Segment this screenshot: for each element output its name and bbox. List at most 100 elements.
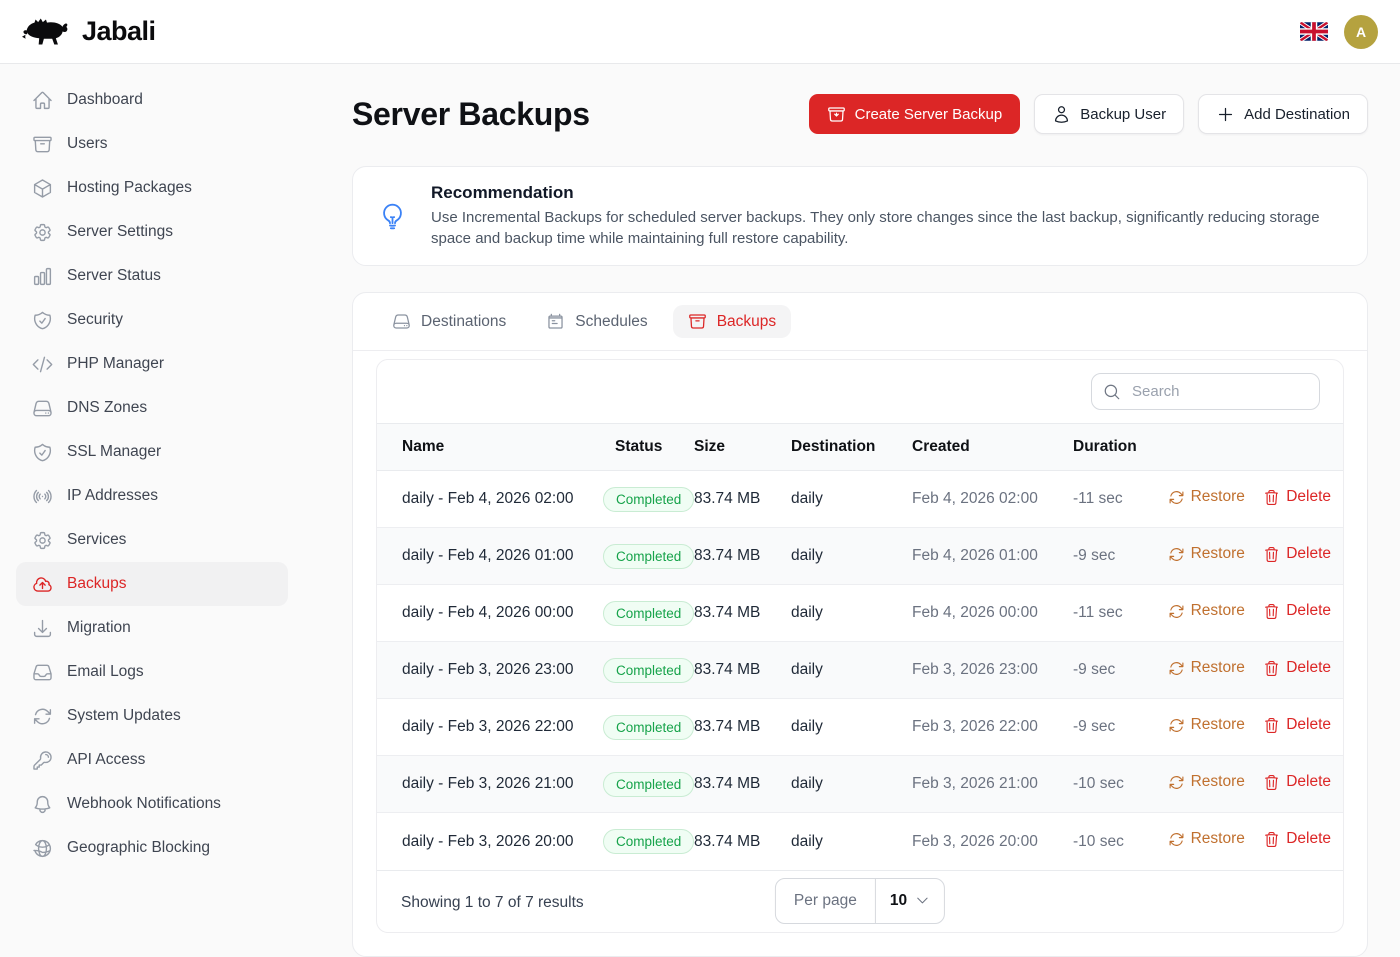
restore-button[interactable]: Restore [1168, 659, 1245, 677]
delete-button[interactable]: Delete [1263, 830, 1331, 848]
main-content: Server Backups Create Server Backup Back… [304, 64, 1400, 900]
archive-box-icon [688, 312, 707, 331]
sidebar-item-webhook-notifications[interactable]: Webhook Notifications [16, 782, 288, 826]
search-input[interactable] [1091, 373, 1320, 410]
tab-label: Schedules [575, 313, 647, 331]
sidebar-item-ip-addresses[interactable]: IP Addresses [16, 474, 288, 518]
trash-icon [1263, 546, 1280, 563]
sidebar-item-dns-zones[interactable]: DNS Zones [16, 386, 288, 430]
backup-user-button[interactable]: Backup User [1034, 94, 1184, 134]
restore-button[interactable]: Restore [1168, 545, 1245, 563]
backup-size: 83.74 MB [694, 528, 791, 585]
column-header-destination: Destination [791, 424, 912, 471]
backup-created: Feb 3, 2026 22:00 [912, 699, 1073, 756]
backup-status-cell: Completed [615, 642, 694, 699]
delete-label: Delete [1286, 830, 1331, 848]
sidebar-item-label: Email Logs [67, 663, 144, 681]
button-label: Add Destination [1244, 106, 1350, 123]
delete-label: Delete [1286, 545, 1331, 563]
table-row: daily - Feb 4, 2026 00:00 Completed 83.7… [377, 585, 1343, 642]
sidebar-item-system-updates[interactable]: System Updates [16, 694, 288, 738]
per-page-value-wrap: 10 [876, 879, 944, 923]
backup-status-cell: Completed [615, 528, 694, 585]
per-page-select[interactable]: Per page 10 [775, 878, 945, 924]
shield-check-icon [32, 442, 53, 463]
sidebar-item-security[interactable]: Security [16, 298, 288, 342]
card-body: NameStatusSizeDestinationCreatedDuration… [353, 351, 1367, 956]
cube-icon [32, 178, 53, 199]
delete-button[interactable]: Delete [1263, 545, 1331, 563]
arrow-path-icon [32, 706, 53, 727]
calendar-icon [546, 312, 565, 331]
sidebar-item-dashboard[interactable]: Dashboard [16, 78, 288, 122]
status-badge: Completed [603, 487, 694, 512]
backup-destination: daily [791, 642, 912, 699]
sidebar-item-label: Backups [67, 575, 126, 593]
sidebar: Dashboard Users Hosting Packages Server … [0, 64, 304, 900]
delete-button[interactable]: Delete [1263, 488, 1331, 506]
backup-size: 83.74 MB [694, 642, 791, 699]
boar-icon [22, 15, 72, 49]
add-destination-button[interactable]: Add Destination [1198, 94, 1368, 134]
table-row: daily - Feb 3, 2026 21:00 Completed 83.7… [377, 756, 1343, 813]
trash-icon [1263, 717, 1280, 734]
sidebar-item-backups[interactable]: Backups [16, 562, 288, 606]
sidebar-item-label: Services [67, 531, 126, 549]
sidebar-item-ssl-manager[interactable]: SSL Manager [16, 430, 288, 474]
delete-button[interactable]: Delete [1263, 773, 1331, 791]
cloud-arrow-up-icon [32, 574, 53, 595]
backup-size: 83.74 MB [694, 813, 791, 870]
tab-schedules[interactable]: Schedules [531, 305, 662, 338]
signal-icon [32, 486, 53, 507]
delete-button[interactable]: Delete [1263, 716, 1331, 734]
tab-backups[interactable]: Backups [673, 305, 791, 338]
restore-button[interactable]: Restore [1168, 488, 1245, 506]
sidebar-item-services[interactable]: Services [16, 518, 288, 562]
backup-status-cell: Completed [615, 813, 694, 870]
search-row [377, 360, 1343, 423]
delete-button[interactable]: Delete [1263, 602, 1331, 620]
backup-created: Feb 4, 2026 02:00 [912, 471, 1073, 528]
sidebar-item-users[interactable]: Users [16, 122, 288, 166]
button-label: Backup User [1080, 106, 1166, 123]
restore-button[interactable]: Restore [1168, 830, 1245, 848]
column-header-duration: Duration [1073, 424, 1165, 471]
sidebar-item-hosting-packages[interactable]: Hosting Packages [16, 166, 288, 210]
tab-label: Backups [717, 313, 776, 331]
results-summary: Showing 1 to 7 of 7 results [401, 894, 584, 912]
delete-button[interactable]: Delete [1263, 659, 1331, 677]
sidebar-item-server-settings[interactable]: Server Settings [16, 210, 288, 254]
restore-label: Restore [1191, 830, 1245, 848]
trash-icon [1263, 489, 1280, 506]
sidebar-item-label: Security [67, 311, 123, 329]
uk-flag-icon[interactable] [1300, 22, 1328, 41]
arrow-path-icon [1168, 489, 1185, 506]
arrow-down-tray-icon [32, 618, 53, 639]
search-box [1091, 373, 1320, 410]
tab-destinations[interactable]: Destinations [377, 305, 521, 338]
restore-button[interactable]: Restore [1168, 602, 1245, 620]
delete-label: Delete [1286, 716, 1331, 734]
sidebar-item-migration[interactable]: Migration [16, 606, 288, 650]
table-row: daily - Feb 4, 2026 02:00 Completed 83.7… [377, 471, 1343, 528]
sidebar-item-geographic-blocking[interactable]: Geographic Blocking [16, 826, 288, 870]
restore-button[interactable]: Restore [1168, 773, 1245, 791]
table-header-row: NameStatusSizeDestinationCreatedDuration [377, 424, 1343, 471]
backup-created: Feb 3, 2026 23:00 [912, 642, 1073, 699]
avatar[interactable]: A [1344, 15, 1378, 49]
sidebar-item-label: System Updates [67, 707, 181, 725]
brand-logo[interactable]: Jabali [22, 15, 156, 49]
create-server-backup-button[interactable]: Create Server Backup [809, 94, 1021, 134]
sidebar-item-email-logs[interactable]: Email Logs [16, 650, 288, 694]
table-body: daily - Feb 4, 2026 02:00 Completed 83.7… [377, 471, 1343, 870]
server-stack-icon [392, 312, 411, 331]
column-header-actions [1165, 424, 1343, 471]
backup-status-cell: Completed [615, 699, 694, 756]
backup-destination: daily [791, 813, 912, 870]
plus-icon [1216, 105, 1235, 124]
restore-button[interactable]: Restore [1168, 716, 1245, 734]
sidebar-item-server-status[interactable]: Server Status [16, 254, 288, 298]
sidebar-item-php-manager[interactable]: PHP Manager [16, 342, 288, 386]
sidebar-item-api-access[interactable]: API Access [16, 738, 288, 782]
key-icon [32, 750, 53, 771]
